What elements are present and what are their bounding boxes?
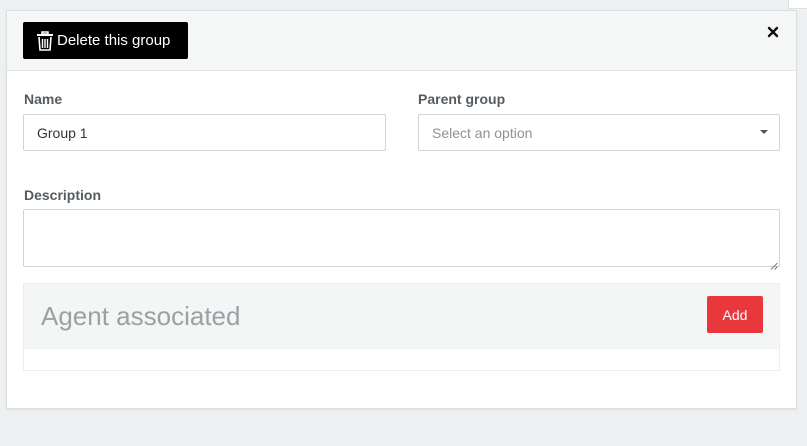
parent-group-select[interactable]: Select an option	[418, 114, 780, 151]
delete-group-button[interactable]: Delete this group	[23, 22, 188, 59]
name-input[interactable]	[23, 114, 386, 151]
description-label: Description	[24, 187, 102, 203]
agent-associated-header: Agent associated Add	[24, 284, 779, 349]
delete-group-label: Delete this group	[57, 32, 171, 49]
parent-group-placeholder: Select an option	[432, 124, 533, 141]
close-icon[interactable]	[766, 25, 780, 39]
group-edit-modal: Delete this group Name Parent group Sele…	[6, 10, 797, 409]
description-textarea[interactable]	[23, 209, 780, 267]
agent-associated-panel: Agent associated Add	[23, 283, 780, 371]
modal-header: Delete this group	[7, 11, 796, 71]
resize-handle-icon[interactable]	[770, 257, 778, 270]
parent-group-label: Parent group	[418, 91, 506, 107]
chevron-down-icon	[760, 130, 768, 134]
agent-associated-title: Agent associated	[41, 301, 241, 331]
add-agent-button[interactable]: Add	[707, 296, 763, 333]
name-label: Name	[24, 91, 63, 107]
description-wrapper	[23, 209, 780, 270]
trash-icon	[36, 30, 54, 51]
background-panel-edge	[788, 0, 807, 9]
